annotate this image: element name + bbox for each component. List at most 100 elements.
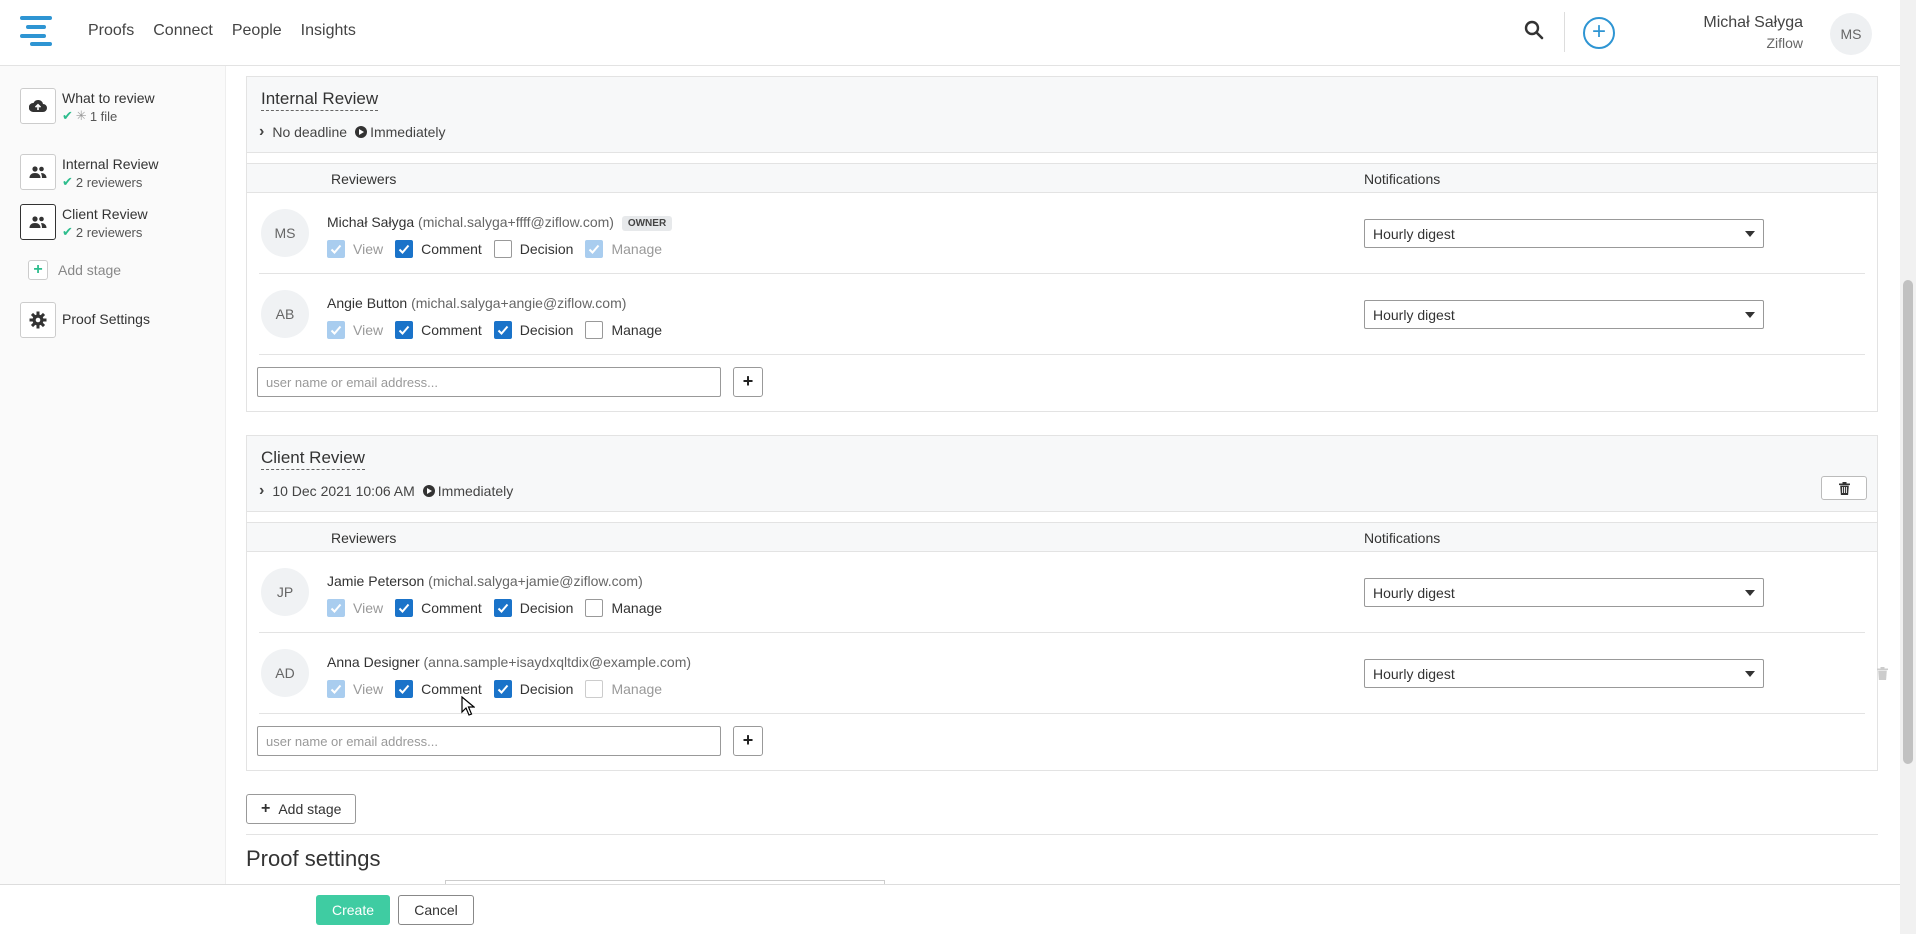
avatar: AD [261, 649, 309, 697]
divider [1564, 12, 1565, 52]
sidebar-item-label: Proof Settings [62, 311, 150, 327]
owner-badge: OWNER [621, 216, 673, 231]
notifications-header: Notifications [1364, 171, 1441, 187]
notification-select[interactable]: Hourly digest [1364, 578, 1764, 607]
clock-icon [422, 485, 435, 497]
gear-icon [20, 302, 56, 338]
add-reviewer-button[interactable]: + [733, 367, 763, 397]
notification-select[interactable]: Hourly digest [1364, 659, 1764, 688]
reviewer-email: (anna.sample+isaydxqltdix@example.com) [423, 654, 692, 670]
checkbox-decision[interactable] [493, 240, 512, 258]
checkbox-decision[interactable] [493, 680, 512, 698]
file-count: 1 file [89, 108, 118, 124]
avatar: JP [261, 568, 309, 616]
sidebar-add-stage[interactable]: + Add stage [28, 260, 121, 280]
nav-connect[interactable]: Connect [153, 22, 213, 40]
perm-label: Manage [611, 600, 663, 616]
stage-meta[interactable]: › No deadline Immediately [259, 123, 446, 141]
stage-meta[interactable]: › 10 Dec 2021 10:06 AM Immediately [259, 482, 513, 500]
perm-view: View [327, 599, 383, 617]
search-icon[interactable] [1524, 20, 1550, 46]
sidebar: What to review ✔ ✳ 1 file Internal Revie… [0, 66, 226, 884]
checkbox-view [327, 599, 345, 617]
permissions: View Comment Decision Manage [327, 599, 674, 617]
stage-header: Internal Review › No deadline Immediatel… [247, 77, 1877, 153]
perm-comment[interactable]: Comment [395, 599, 482, 617]
column-headers: Reviewers Notifications [247, 163, 1877, 193]
nav-insights[interactable]: Insights [301, 22, 356, 40]
chevron-right-icon[interactable]: › [259, 482, 264, 500]
sidebar-item-what-to-review[interactable]: What to review ✔ ✳ 1 file [20, 88, 155, 124]
check-icon: ✔ [62, 174, 73, 189]
checkbox-decision[interactable] [493, 599, 512, 617]
add-reviewer-button[interactable]: + [733, 726, 763, 756]
checkbox-manage [585, 680, 604, 698]
reviewer-name: Jamie Peterson (michal.salyga+jamie@zifl… [327, 573, 643, 589]
stage-title[interactable]: Internal Review [261, 89, 379, 111]
plus-icon: + [261, 800, 271, 817]
checkbox-view [327, 321, 345, 339]
perm-decision[interactable]: Decision [493, 680, 574, 698]
notification-select[interactable]: Hourly digest [1364, 219, 1764, 248]
main-nav: Proofs Connect People Insights [88, 22, 356, 40]
add-reviewer-input[interactable] [257, 367, 721, 397]
perm-decision[interactable]: Decision [493, 240, 573, 258]
add-reviewer-row: + [247, 714, 1877, 770]
stage-start: Immediately [355, 124, 446, 140]
delete-stage-button[interactable] [1821, 476, 1867, 500]
perm-comment[interactable]: Comment [395, 240, 482, 258]
column-headers: Reviewers Notifications [247, 522, 1877, 552]
checkbox-comment[interactable] [395, 321, 414, 339]
sidebar-item-proof-settings[interactable]: Proof Settings [20, 302, 150, 338]
perm-manage[interactable]: Manage [585, 321, 662, 339]
nav-proofs[interactable]: Proofs [88, 22, 134, 40]
menu-icon[interactable] [20, 16, 52, 46]
cancel-button[interactable]: Cancel [398, 895, 474, 925]
reviewer-name-text: Jamie Peterson [327, 573, 425, 589]
sidebar-item-sub: ✔ ✳ 1 file [62, 108, 155, 124]
notification-select[interactable]: Hourly digest [1364, 300, 1764, 329]
divider [246, 834, 1878, 835]
add-stage-button[interactable]: + Add stage [246, 794, 357, 824]
perm-decision[interactable]: Decision [493, 321, 573, 339]
proof-settings-title: Proof settings [246, 846, 381, 871]
checkbox-manage[interactable] [585, 599, 604, 617]
scrollbar[interactable] [1900, 0, 1916, 934]
reviewer-name: Anna Designer (anna.sample+isaydxqltdix@… [327, 654, 691, 670]
checkbox-comment[interactable] [395, 680, 414, 698]
checkbox-decision[interactable] [493, 321, 512, 339]
perm-label: Manage [611, 681, 663, 697]
checkbox-comment[interactable] [395, 599, 414, 617]
perm-label: Decision [519, 681, 574, 697]
add-reviewer-input[interactable] [257, 726, 721, 756]
remove-reviewer-trash-icon[interactable] [1877, 667, 1891, 683]
reviewer-row: MS Michał Sałyga (michal.salyga+ffff@zif… [259, 193, 1865, 274]
reviewer-email: (michal.salyga+ffff@ziflow.com) [418, 214, 614, 230]
checkbox-comment[interactable] [395, 240, 414, 258]
checkbox-manage[interactable] [585, 321, 604, 339]
stage-title[interactable]: Client Review [261, 448, 365, 470]
sidebar-item-client-review[interactable]: Client Review ✔ 2 reviewers [20, 204, 148, 240]
reviewer-row: JP Jamie Peterson (michal.salyga+jamie@z… [259, 552, 1865, 633]
perm-decision[interactable]: Decision [493, 599, 573, 617]
caret-down-icon [1745, 312, 1755, 318]
perm-label: View [353, 322, 384, 338]
notifications-header: Notifications [1364, 530, 1441, 546]
chevron-right-icon[interactable]: › [259, 123, 264, 141]
stage-client-review: Client Review › 10 Dec 2021 10:06 AM Imm… [246, 435, 1888, 771]
perm-manage: Manage [585, 680, 662, 698]
reviewer-name: Angie Button (michal.salyga+angie@ziflow… [327, 295, 626, 311]
nav-people[interactable]: People [232, 22, 282, 40]
perm-manage[interactable]: Manage [585, 599, 662, 617]
perm-comment[interactable]: Comment [395, 321, 482, 339]
stage-header: Client Review › 10 Dec 2021 10:06 AM Imm… [247, 436, 1877, 512]
sidebar-item-sub: ✔ 2 reviewers [62, 224, 148, 240]
top-bar: Proofs Connect People Insights + Michał … [0, 0, 1900, 66]
user-avatar[interactable]: MS [1830, 13, 1872, 55]
scrollbar-thumb[interactable] [1903, 280, 1913, 764]
sidebar-item-sub: ✔ 2 reviewers [62, 174, 159, 190]
sidebar-item-label: What to review [62, 90, 155, 106]
sidebar-item-internal-review[interactable]: Internal Review ✔ 2 reviewers [20, 154, 159, 190]
new-proof-plus-icon[interactable]: + [1583, 17, 1615, 49]
create-button[interactable]: Create [316, 895, 390, 925]
